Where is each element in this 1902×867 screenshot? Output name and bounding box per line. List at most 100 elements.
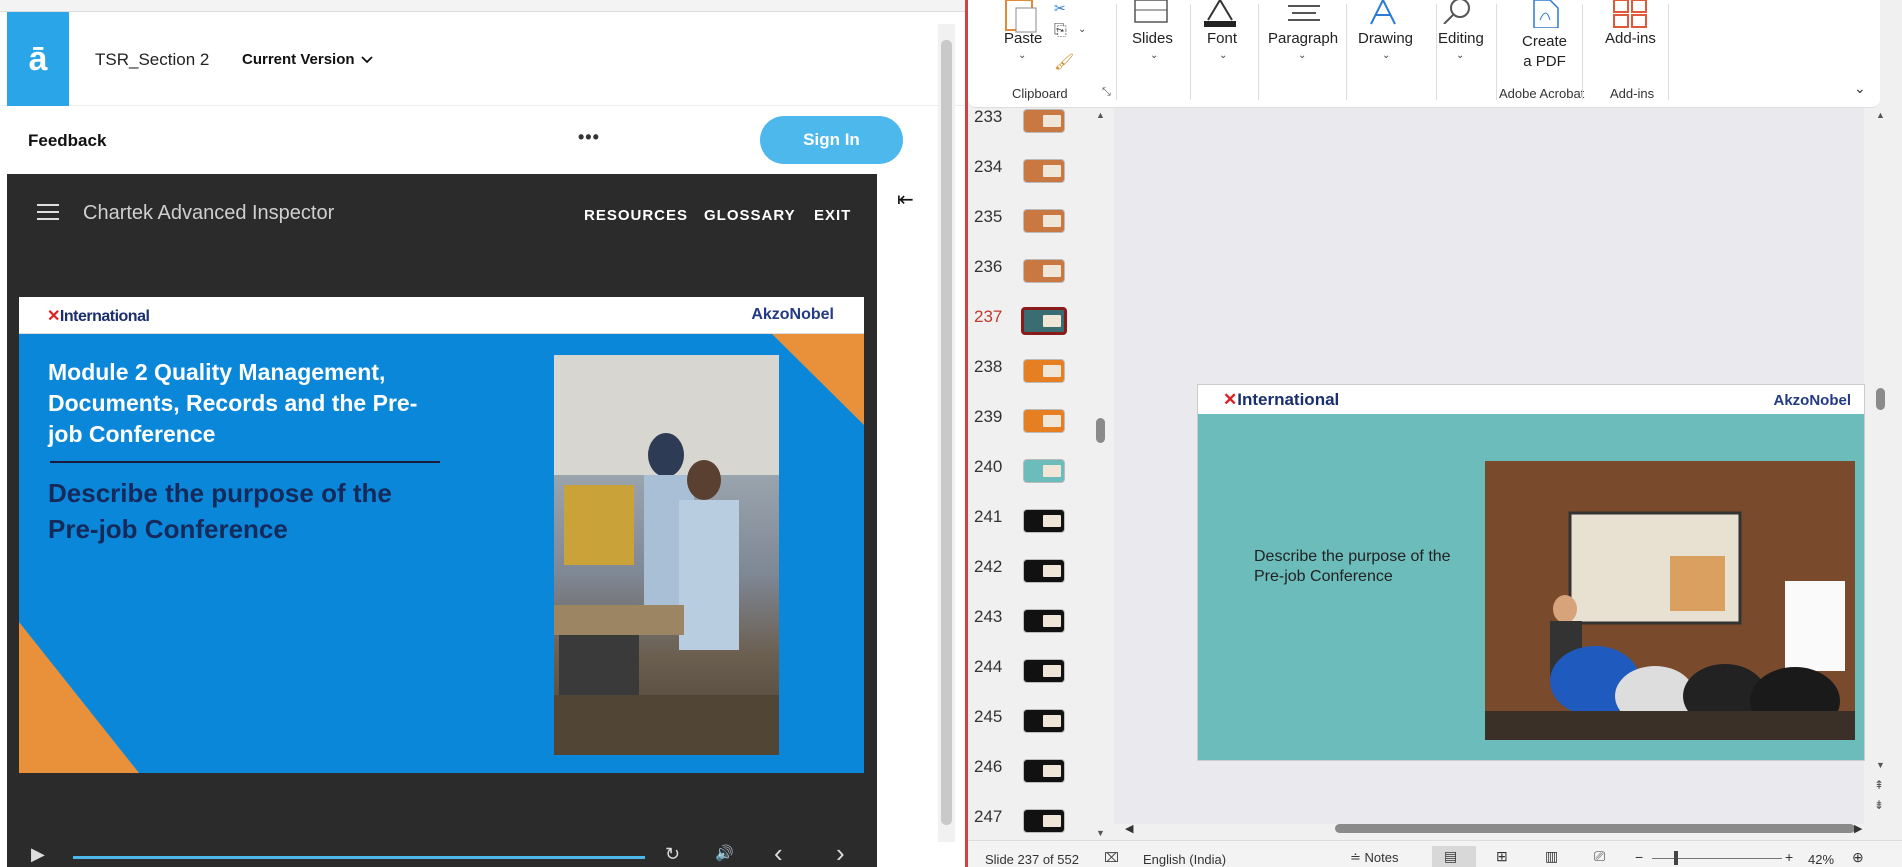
- thumbnail-number: 236: [974, 257, 1003, 276]
- slide-counter: Slide 237 of 552: [985, 852, 1079, 867]
- prev-button[interactable]: ‹: [774, 838, 783, 867]
- slide-thumbnail[interactable]: [1023, 759, 1065, 783]
- addins-button[interactable]: Add-ins: [1605, 30, 1656, 47]
- copy-dropdown-icon[interactable]: ⌄: [1078, 24, 1086, 35]
- play-button[interactable]: ▶: [31, 844, 45, 865]
- editing-dropdown-icon[interactable]: ⌄: [1456, 50, 1464, 61]
- canvas-scrollbar[interactable]: [1876, 388, 1885, 410]
- scroll-down-arrow-icon[interactable]: ▼: [1096, 828, 1105, 838]
- slide-thumbnail[interactable]: [1023, 409, 1065, 433]
- language-indicator[interactable]: English (India): [1143, 852, 1226, 867]
- paragraph-button[interactable]: Paragraph: [1268, 30, 1338, 47]
- collapse-sidebar-icon[interactable]: ⇤: [897, 187, 914, 212]
- drawing-dropdown-icon[interactable]: ⌄: [1382, 50, 1390, 61]
- slide-sorter-icon[interactable]: ⊞: [1496, 848, 1508, 865]
- format-painter-icon[interactable]: 🖌: [1054, 52, 1074, 72]
- slide-thumbnail[interactable]: [1023, 159, 1065, 183]
- paste-icon: [1005, 0, 1037, 33]
- drawing-button[interactable]: Drawing: [1358, 30, 1413, 47]
- accessibility-icon[interactable]: ⌧: [1104, 850, 1119, 866]
- previous-slide-icon[interactable]: ⇞: [1874, 778, 1884, 792]
- fit-to-window-icon[interactable]: ⊕: [1852, 849, 1864, 866]
- slide-thumbnail[interactable]: [1023, 809, 1065, 833]
- create-pdf-button[interactable]: Create a PDF: [1522, 32, 1567, 72]
- slide-header: ✕International AkzoNobel: [1198, 385, 1864, 414]
- font-dropdown-icon[interactable]: ⌄: [1219, 50, 1227, 61]
- scroll-left-arrow-icon[interactable]: ◀: [1125, 822, 1133, 835]
- normal-view-icon: ▤: [1444, 848, 1458, 864]
- thumbnail-number: 247: [974, 807, 1003, 826]
- slide-thumbnail[interactable]: [1023, 659, 1065, 683]
- create-pdf-icon: [1533, 0, 1559, 28]
- nav-glossary[interactable]: GLOSSARY: [704, 207, 796, 224]
- slides-dropdown-icon[interactable]: ⌄: [1150, 50, 1158, 61]
- editing-icon: [1443, 0, 1470, 24]
- horizontal-scrollbar[interactable]: [1335, 824, 1855, 833]
- slide-thumbnail[interactable]: [1023, 609, 1065, 633]
- thumbnails-scrollbar[interactable]: [1096, 418, 1105, 443]
- slide-thumbnail[interactable]: [1023, 459, 1065, 483]
- ribbon-separator: [1116, 4, 1117, 100]
- paste-dropdown-icon[interactable]: ⌄: [1018, 50, 1026, 61]
- akzonobel-logo: AkzoNobel: [1773, 392, 1851, 409]
- slide-text-box[interactable]: Describe the purpose of the Pre-job Conf…: [1254, 547, 1484, 587]
- player-title: Chartek Advanced Inspector: [83, 202, 335, 224]
- slideshow-icon[interactable]: ⎚: [1594, 848, 1605, 865]
- page-scrollbar[interactable]: [941, 40, 952, 825]
- thumbnail-selected[interactable]: [1021, 307, 1067, 335]
- progress-bar[interactable]: [73, 856, 645, 859]
- ribbon-separator: [1436, 4, 1437, 100]
- zoom-in-icon[interactable]: +: [1785, 849, 1793, 865]
- paste-button[interactable]: Paste: [1004, 30, 1042, 47]
- paragraph-dropdown-icon[interactable]: ⌄: [1298, 50, 1306, 61]
- zoom-out-icon[interactable]: −: [1635, 849, 1643, 865]
- version-dropdown[interactable]: Current Version: [242, 51, 373, 68]
- ribbon-separator: [1346, 4, 1347, 100]
- next-slide-icon[interactable]: ⇟: [1874, 798, 1884, 812]
- canvas-scroll-down-icon[interactable]: ▼: [1876, 760, 1885, 770]
- paragraph-icon: [1288, 5, 1320, 21]
- font-icon: [1204, 0, 1236, 27]
- dialog-launcher-icon[interactable]: ⤡: [1102, 86, 1111, 99]
- feedback-link[interactable]: Feedback: [28, 131, 106, 151]
- slides-icon: [1134, 0, 1168, 23]
- zoom-level[interactable]: 42%: [1808, 852, 1834, 867]
- font-button[interactable]: Font: [1207, 30, 1237, 47]
- nav-exit[interactable]: EXIT: [814, 207, 851, 224]
- replay-button[interactable]: ↻: [665, 844, 680, 865]
- thumbnail-number: 237: [974, 307, 1003, 326]
- slide-thumbnail[interactable]: [1023, 509, 1065, 533]
- slide-thumbnail[interactable]: [1023, 709, 1065, 733]
- canvas-scroll-up-icon[interactable]: ▲: [1876, 110, 1885, 120]
- current-slide[interactable]: ✕International AkzoNobel Describe the pu…: [1197, 384, 1865, 761]
- thumbnail-number: 234: [974, 157, 1003, 176]
- slides-button[interactable]: Slides: [1132, 30, 1173, 47]
- slide-thumbnail[interactable]: [1023, 359, 1065, 383]
- thumbnail-number: 242: [974, 557, 1003, 576]
- cut-icon[interactable]: ✂: [1054, 0, 1066, 17]
- volume-button[interactable]: 🔊: [715, 844, 734, 862]
- editing-button[interactable]: Editing: [1438, 30, 1484, 47]
- slide-thumbnail[interactable]: [1023, 559, 1065, 583]
- reading-view-icon[interactable]: ▥: [1545, 848, 1558, 865]
- zoom-slider-thumb[interactable]: [1674, 851, 1678, 865]
- thumbnail-number: 238: [974, 357, 1003, 376]
- slide-thumbnail[interactable]: [1023, 109, 1065, 133]
- sign-in-button[interactable]: Sign In: [760, 116, 903, 164]
- notes-toggle[interactable]: ≐ Notes: [1350, 850, 1398, 866]
- slide-thumbnail[interactable]: [1023, 259, 1065, 283]
- scroll-right-arrow-icon[interactable]: ▶: [1854, 822, 1862, 835]
- app-logo[interactable]: ā: [7, 12, 69, 106]
- slide-thumbnail[interactable]: [1023, 209, 1065, 233]
- zoom-slider[interactable]: [1652, 858, 1782, 859]
- nav-resources[interactable]: RESOURCES: [584, 207, 688, 224]
- next-button[interactable]: ›: [836, 838, 845, 867]
- more-options-button[interactable]: •••: [578, 127, 600, 148]
- hamburger-menu-icon[interactable]: [37, 204, 59, 220]
- conference-photo[interactable]: [1485, 461, 1855, 740]
- ribbon-separator: [1668, 4, 1669, 100]
- copy-icon[interactable]: ⎘: [1054, 22, 1067, 40]
- scroll-up-arrow-icon[interactable]: ▲: [1096, 110, 1105, 120]
- ribbon-separator: [1582, 4, 1583, 100]
- collapse-ribbon-icon[interactable]: ⌄: [1854, 80, 1866, 97]
